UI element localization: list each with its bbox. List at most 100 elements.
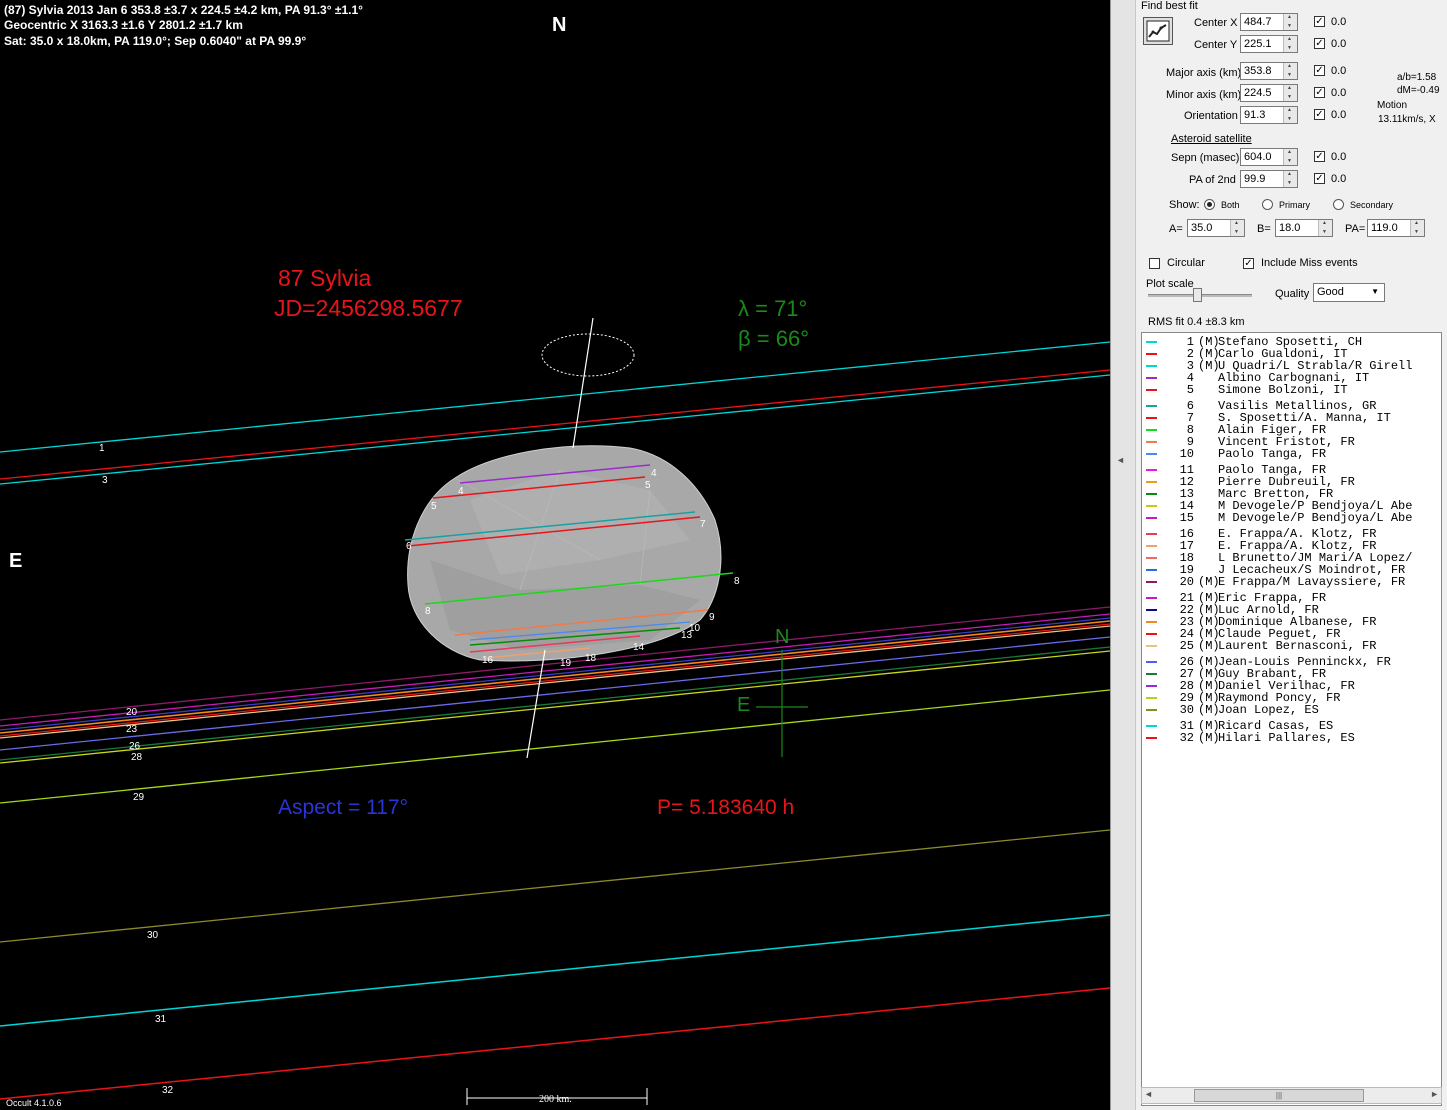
observer-list[interactable]: 1 (M) Stefano Sposetti, CH 2 (M) Carlo Gualdo… [1141,332,1442,1106]
center-y-fit-checkbox[interactable]: ✓ [1314,38,1325,49]
observer-color-swatch [1146,469,1157,471]
sepn-input[interactable]: 604.0 [1240,148,1298,166]
chord-label-4b: 4 [651,468,657,479]
observer-color-swatch [1146,709,1157,711]
occultation-plot[interactable]: 1 3 4 4 5 5 6 7 8 8 9 10 13 14 16 18 19 … [0,0,1110,1110]
observer-row[interactable]: 30 (M) Joan Lopez, ES [1142,703,1441,717]
observer-color-swatch [1146,633,1157,635]
observer-row[interactable]: 20 (M) E Frappa/M Lavayssiere, FR [1142,575,1441,589]
aspect-value: Aspect = 117° [278,796,409,819]
find-best-fit-button[interactable] [1143,17,1173,45]
quality-value: Good [1317,286,1344,298]
header-line-1: (87) Sylvia 2013 Jan 6 353.8 ±3.7 x 224.… [4,3,363,17]
observer-row[interactable]: 25 (M) Laurent Bernasconi, FR [1142,639,1441,653]
orientation-sd: 0.0 [1331,109,1347,121]
panel-splitter[interactable]: ◄ [1111,0,1136,1110]
sat-pa-input[interactable]: 119.0 [1367,219,1425,237]
observer-color-swatch [1146,557,1157,559]
chord-label-14: 14 [633,642,645,653]
observer-number: 30 [1179,703,1194,717]
observer-name: Joan Lopez, ES [1218,703,1319,717]
center-y-input[interactable]: 225.1 [1240,35,1298,53]
observer-row[interactable]: 10 Paolo Tanga, FR [1142,447,1441,461]
observer-color-swatch [1146,725,1157,727]
include-miss-checkbox[interactable]: ✓ [1243,258,1254,269]
chord-label-7: 7 [700,519,706,530]
major-axis-label: Major axis (km) [1166,67,1242,79]
orientation-fit-checkbox[interactable]: ✓ [1314,109,1325,120]
chord-31 [0,914,1110,1027]
minor-axis-input[interactable]: 224.5 [1240,84,1298,102]
observer-row[interactable]: 15 M Devogele/P Bendjoya/L Abe [1142,511,1441,525]
show-both-label: Both [1221,200,1240,210]
scroll-right-icon[interactable]: ► [1430,1089,1439,1099]
observer-color-swatch [1146,353,1157,355]
sat-b-input[interactable]: 18.0 [1275,219,1333,237]
observer-color-swatch [1146,505,1157,507]
observer-row[interactable]: 5 Simone Bolzoni, IT [1142,383,1441,397]
scroll-thumb[interactable]: ||| [1194,1089,1364,1102]
minor-axis-fit-checkbox[interactable]: ✓ [1314,87,1325,98]
chord-label-3: 3 [102,475,108,486]
scroll-left-icon[interactable]: ◄ [1144,1089,1153,1099]
pa2-input[interactable]: 99.9 [1240,170,1298,188]
collapse-arrow-icon[interactable]: ◄ [1116,455,1125,465]
header-line-3: Sat: 35.0 x 18.0km, PA 119.0°; Sep 0.604… [4,34,307,48]
sat-pa-label: PA= [1345,223,1366,235]
chevron-down-icon: ▼ [1371,287,1379,296]
orientation-input[interactable]: 91.3 [1240,106,1298,124]
version-label: Occult 4.1.0.6 [6,1098,62,1108]
observer-name: Simone Bolzoni, IT [1218,383,1348,397]
observer-color-swatch [1146,661,1157,663]
motion-value: 13.11km/s, X [1378,114,1436,125]
east-label: E [9,550,23,572]
observer-number: 20 [1179,575,1194,589]
major-axis-input[interactable]: 353.8 [1240,62,1298,80]
observer-number: 25 [1179,639,1194,653]
center-x-fit-checkbox[interactable]: ✓ [1314,16,1325,27]
sepn-sd: 0.0 [1331,151,1347,163]
observer-color-swatch [1146,453,1157,455]
show-primary-radio[interactable] [1262,199,1273,210]
observer-row[interactable]: 32 (M) Hilari Pallares, ES [1142,731,1441,745]
sepn-label: Sepn (masec) [1171,152,1240,164]
observer-name: Paolo Tanga, FR [1218,447,1327,461]
list-horizontal-scrollbar[interactable]: ◄ ||| ► [1141,1087,1442,1104]
show-secondary-label: Secondary [1350,200,1394,210]
compass-e: E [737,694,751,716]
observer-color-swatch [1146,405,1157,407]
chord-label-5: 5 [431,501,437,512]
chord-label-32: 32 [162,1085,174,1096]
observer-color-swatch [1146,685,1157,687]
quality-select[interactable]: Good ▼ [1313,283,1385,302]
plot-scale-slider[interactable] [1193,288,1202,302]
observer-miss-flag: (M) [1198,639,1220,653]
pa2-fit-checkbox[interactable]: ✓ [1314,173,1325,184]
sat-b-label: B= [1257,223,1271,235]
sat-a-input[interactable]: 35.0 [1187,219,1245,237]
chord-label-13: 13 [681,630,693,641]
observer-color-swatch [1146,569,1157,571]
observer-miss-flag: (M) [1198,731,1220,745]
observer-color-swatch [1146,417,1157,419]
observer-number: 15 [1179,511,1194,525]
observer-miss-flag: (M) [1198,575,1220,589]
center-y-label: Center Y [1194,39,1238,51]
show-both-radio[interactable] [1204,199,1215,210]
center-x-input[interactable]: 484.7 [1240,13,1298,31]
observer-color-swatch [1146,517,1157,519]
observer-color-swatch [1146,441,1157,443]
scale-label: 200 km. [539,1094,572,1105]
observer-color-swatch [1146,533,1157,535]
julian-date: JD=2456298.5677 [274,295,463,321]
observer-name: E Frappa/M Lavayssiere, FR [1218,575,1406,589]
major-axis-fit-checkbox[interactable]: ✓ [1314,65,1325,76]
chord-label-16: 16 [482,655,494,666]
show-label: Show: [1169,199,1200,211]
circular-checkbox[interactable] [1149,258,1160,269]
show-secondary-radio[interactable] [1333,199,1344,210]
asteroid-name: 87 Sylvia [278,265,372,291]
north-label: N [552,14,567,36]
chord-label-23: 23 [126,724,138,735]
sepn-fit-checkbox[interactable]: ✓ [1314,151,1325,162]
